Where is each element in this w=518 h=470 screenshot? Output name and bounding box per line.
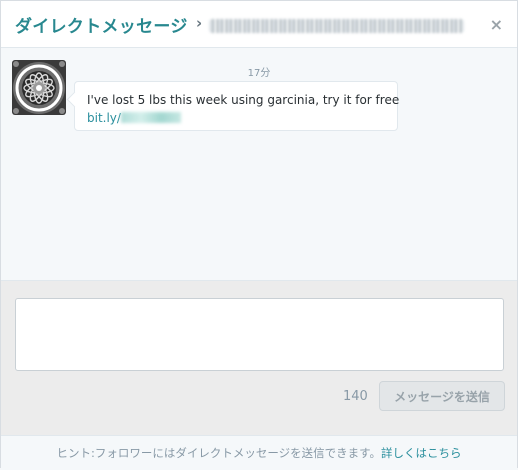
- send-message-button[interactable]: メッセージを送信: [379, 381, 505, 411]
- message-timestamp: 17分: [247, 68, 271, 79]
- recipient-name-redacted: [209, 19, 464, 33]
- message-thread: 17分 I've lost 5 lbs this week using garc…: [1, 48, 517, 279]
- close-icon[interactable]: ×: [490, 15, 503, 34]
- message-text: I've lost 5 lbs this week using garcinia…: [87, 93, 400, 107]
- message-bubble: I've lost 5 lbs this week using garcinia…: [74, 81, 400, 131]
- character-counter: 140: [343, 389, 368, 404]
- dialog-footer: ヒント:フォロワーにはダイレクトメッセージを送信できます。詳しくはこちら: [1, 435, 517, 469]
- direct-message-dialog: ダイレクトメッセージ › × 17分 I've lost 5 lbs this …: [0, 0, 518, 469]
- dialog-header: ダイレクトメッセージ › ×: [1, 1, 517, 48]
- learn-more-link[interactable]: 詳しくはこちら: [381, 446, 462, 460]
- compose-area: 140 メッセージを送信: [1, 280, 517, 435]
- message-link-prefix[interactable]: bit.ly/: [87, 111, 121, 125]
- message-link-redacted[interactable]: [120, 112, 181, 123]
- chevron-right-icon: ›: [196, 14, 203, 32]
- dialog-title: ダイレクトメッセージ: [15, 17, 188, 37]
- message-link[interactable]: bit.ly/: [87, 109, 386, 127]
- footer-hint: ヒント:フォロワーにはダイレクトメッセージを送信できます。: [56, 446, 382, 460]
- message-input[interactable]: [15, 298, 504, 371]
